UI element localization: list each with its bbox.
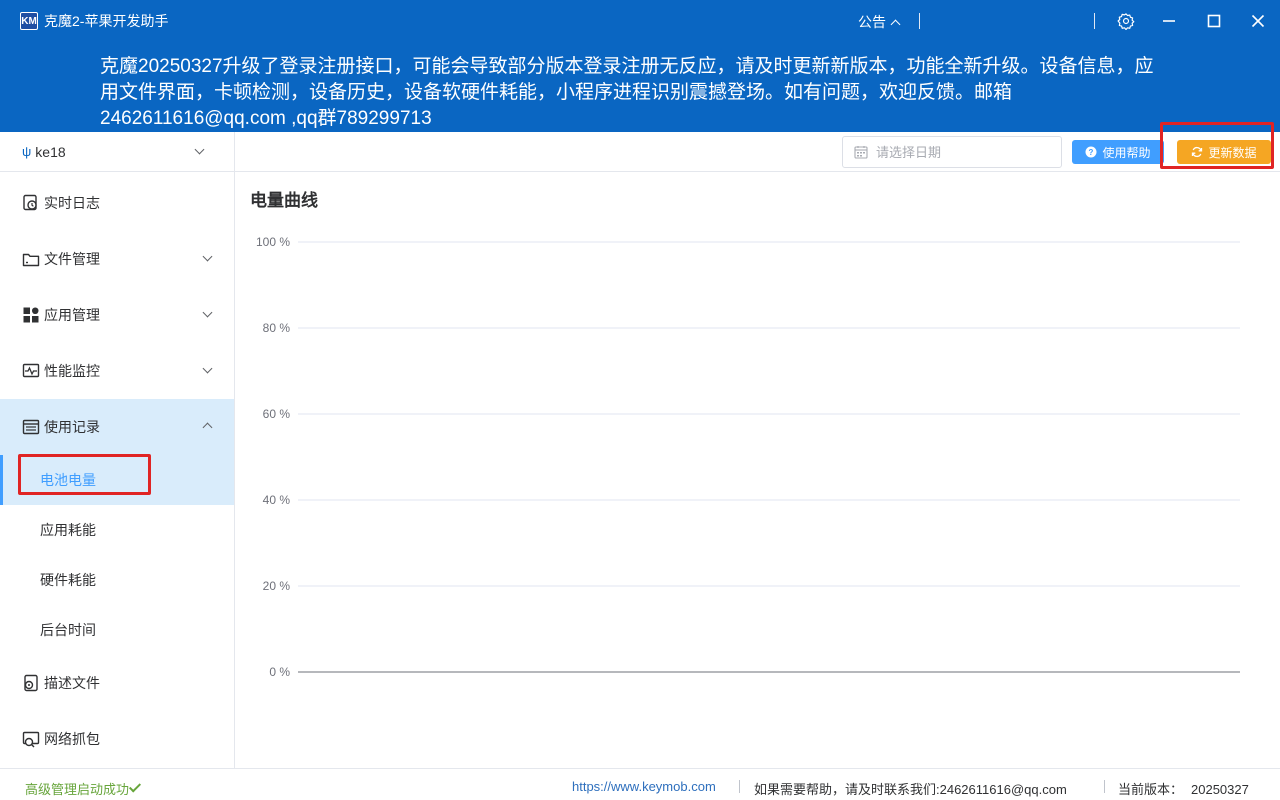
close-icon: [1251, 14, 1265, 28]
sidebar-subitem-battery[interactable]: 电池电量: [0, 455, 234, 505]
sidebar-subitem-label: 后台时间: [40, 622, 96, 638]
log-icon: [22, 194, 40, 212]
sidebar-subitem-label: 硬件耗能: [40, 572, 96, 588]
app-logo: KM: [20, 12, 38, 30]
status-message: 高级管理启动成功: [25, 779, 142, 798]
divider: [919, 13, 920, 29]
sidebar-item-performance-monitor[interactable]: 性能监控: [0, 343, 234, 399]
maximize-icon: [1207, 14, 1221, 28]
sidebar-item-realtime-log[interactable]: 实时日志: [0, 175, 234, 231]
version-label: 当前版本：: [1118, 782, 1184, 797]
chevron-up-icon: [202, 422, 213, 433]
monitor-icon: [22, 362, 40, 380]
y-tick-label: 40 %: [263, 493, 291, 507]
divider: [739, 780, 740, 793]
sidebar-item-label: 文件管理: [44, 251, 100, 267]
sidebar-subitem-background-time[interactable]: 后台时间: [0, 605, 234, 655]
sidebar-subitem-hardware-energy[interactable]: 硬件耗能: [0, 555, 234, 605]
status-bar: 高级管理启动成功 https://www.keymob.com 如果需要帮助，请…: [0, 768, 1280, 800]
y-tick-label: 20 %: [263, 579, 291, 593]
chevron-down-icon: [202, 307, 213, 318]
record-icon: [22, 418, 40, 436]
version-value: 20250327: [1191, 782, 1249, 797]
version-info: 当前版本： 20250327: [1118, 779, 1249, 798]
sidebar-subitem-label: 应用耗能: [40, 522, 96, 538]
sidebar-item-usage-records[interactable]: 使用记录: [0, 399, 234, 455]
date-input[interactable]: [876, 144, 1046, 160]
announcement-text: 克魔20250327升级了登录注册接口，可能会导致部分版本登录注册无反应，请及时…: [100, 56, 1154, 129]
close-button[interactable]: [1246, 9, 1270, 33]
notice-label: 公告: [858, 14, 886, 30]
sidebar-subitem-app-energy[interactable]: 应用耗能: [0, 505, 234, 555]
apps-icon: [22, 306, 40, 324]
update-data-button-label: 更新数据: [1208, 145, 1257, 160]
status-ok-text: 高级管理启动成功: [25, 782, 130, 797]
minimize-icon: [1163, 20, 1175, 22]
sidebar-item-label: 实时日志: [44, 195, 100, 211]
y-tick-label: 80 %: [263, 321, 291, 335]
update-data-button[interactable]: 更新数据: [1177, 140, 1271, 164]
sidebar-item-label: 性能监控: [44, 363, 100, 379]
chevron-up-icon: [890, 19, 901, 29]
settings-button[interactable]: [1114, 9, 1138, 33]
notice-toggle[interactable]: 公告: [858, 12, 901, 32]
chevron-down-icon: [202, 251, 213, 262]
app-title: 克魔2-苹果开发助手: [44, 13, 169, 29]
sidebar-item-app-management[interactable]: 应用管理: [0, 287, 234, 343]
sidebar-item-label: 应用管理: [44, 307, 100, 323]
folder-icon: [22, 250, 40, 268]
sidebar-item-network-capture[interactable]: 网络抓包: [0, 711, 234, 767]
y-tick-label: 60 %: [263, 407, 291, 421]
chevron-down-icon: [202, 363, 213, 374]
help-button-label: 使用帮助: [1102, 145, 1151, 160]
date-picker[interactable]: [842, 136, 1062, 168]
website-link[interactable]: https://www.keymob.com: [572, 779, 716, 794]
help-contact: 如果需要帮助，请及时联系我们:2462611616@qq.com: [754, 782, 1067, 797]
svg-text:?: ?: [1089, 148, 1094, 157]
sidebar-item-file-management[interactable]: 文件管理: [0, 231, 234, 287]
y-tick-label: 100 %: [256, 235, 290, 249]
announcement-banner: 克魔20250327升级了登录注册接口，可能会导致部分版本登录注册无反应，请及时…: [0, 42, 1280, 132]
question-circle-icon: ?: [1085, 146, 1097, 158]
chart-title: 电量曲线: [250, 191, 318, 210]
minimize-button[interactable]: [1157, 9, 1181, 33]
divider: [1094, 13, 1095, 29]
battery-chart: 100 % 80 % 60 % 40 % 20 % 0 %: [256, 235, 1240, 679]
sidebar-subitem-label: 电池电量: [40, 472, 96, 488]
divider: [1104, 780, 1105, 793]
gear-icon: [1117, 13, 1135, 30]
y-tick-label: 0 %: [269, 665, 290, 679]
sidebar-item-profiles[interactable]: 描述文件: [0, 655, 234, 711]
network-icon: [22, 730, 40, 748]
help-button[interactable]: ? 使用帮助: [1072, 140, 1164, 164]
maximize-button[interactable]: [1202, 9, 1226, 33]
sidebar: ψ ke18 实时日志 文件管理 应用管理 性能监控 使用记录 电池电量 应用耗…: [0, 132, 235, 768]
title-bar: KM 克魔2-苹果开发助手 公告: [0, 0, 1280, 42]
refresh-icon: [1191, 146, 1203, 158]
calendar-icon: [854, 146, 868, 159]
toolbar: ? 使用帮助 更新数据: [235, 132, 1280, 172]
chevron-down-icon: [194, 144, 205, 155]
sidebar-item-label: 网络抓包: [44, 731, 100, 747]
usb-icon: ψ: [22, 144, 32, 159]
profile-icon: [22, 674, 40, 692]
sidebar-item-label: 使用记录: [44, 419, 100, 435]
check-icon: [129, 780, 142, 793]
device-select[interactable]: ψ ke18: [0, 132, 234, 172]
sidebar-item-label: 描述文件: [44, 675, 100, 691]
device-name: ke18: [35, 143, 66, 160]
